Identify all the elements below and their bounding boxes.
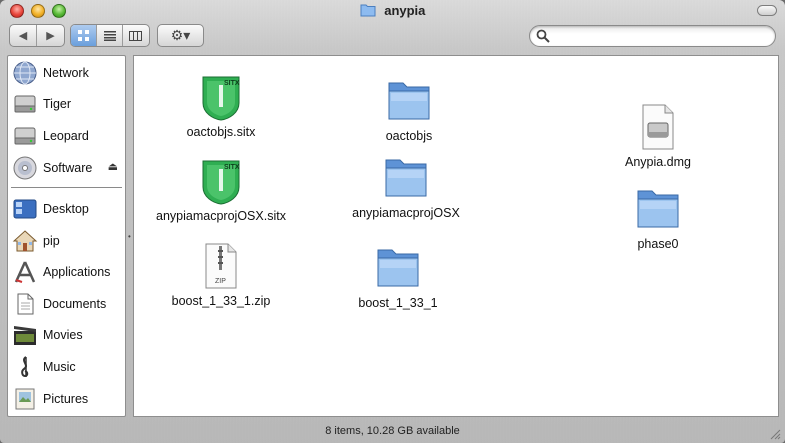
folder-icon <box>637 190 679 228</box>
sitx-badge-text: SITX <box>224 80 240 87</box>
icon-view-icon <box>78 30 89 41</box>
applications-icon <box>14 261 36 283</box>
pictures-icon <box>15 388 35 410</box>
icon-view-button[interactable] <box>71 25 97 46</box>
sidebar-item-label: Movies <box>43 328 83 342</box>
back-button[interactable]: ◀ <box>10 25 38 46</box>
network-globe-icon <box>13 61 37 85</box>
file-name-label: boost_1_33_1.zip <box>171 294 271 308</box>
finder-window: anypia ◀ ▶ ⚙▾ Network Tiger Leopard Soft… <box>0 0 785 443</box>
sidebar-item-network[interactable]: Network <box>8 58 125 88</box>
folder-icon <box>377 249 419 287</box>
folder-icon <box>385 159 427 197</box>
eject-icon[interactable]: ⏏ <box>108 160 118 173</box>
sidebar-item-label: Applications <box>43 265 111 279</box>
sidebar-item-music[interactable]: Music <box>8 352 125 382</box>
sidebar: Network Tiger Leopard Software ⏏ Desktop… <box>7 55 126 417</box>
file-item-boost-zip[interactable]: ZIP boost_1_33_1.zip <box>146 242 296 308</box>
documents-icon <box>17 293 34 315</box>
file-name-label: oactobjs <box>385 129 433 143</box>
status-text: 8 items, 10.28 GB available <box>325 425 460 437</box>
sidebar-item-label: Desktop <box>43 202 89 216</box>
title-bar[interactable]: anypia <box>0 0 785 22</box>
action-gear-icon: ⚙▾ <box>170 27 191 43</box>
file-name-label: boost_1_33_1 <box>358 296 438 310</box>
sidebar-item-label: pip <box>43 234 60 248</box>
sidebar-item-software[interactable]: Software ⏏ <box>8 153 125 183</box>
desktop-icon <box>13 199 37 219</box>
file-item-oactobjs-sitx[interactable]: SITX oactobjs.sitx <box>146 73 296 139</box>
window-title-wrap: anypia <box>0 3 785 18</box>
file-name-label: oactobjs.sitx <box>186 125 256 139</box>
music-icon <box>21 356 29 378</box>
sidebar-item-label: Leopard <box>43 129 89 143</box>
disk-image-icon <box>642 104 674 150</box>
window-title: anypia <box>384 3 426 18</box>
file-browser-icon-view: SITX oactobjs.sitx SITX anypiamacprojOSX… <box>133 55 779 417</box>
zip-archive-icon: ZIP <box>205 243 237 289</box>
resize-grip-icon[interactable] <box>769 428 781 440</box>
toolbar-toggle-button[interactable] <box>757 5 777 16</box>
search-field[interactable] <box>529 25 776 47</box>
movies-icon <box>14 326 36 345</box>
home-icon <box>12 230 38 252</box>
sidebar-item-movies[interactable]: Movies <box>8 320 125 350</box>
sidebar-item-label: Pictures <box>43 392 89 406</box>
back-arrow-icon: ◀ <box>18 30 28 42</box>
toolbar: ◀ ▶ ⚙▾ <box>0 22 785 52</box>
sitx-archive-icon: SITX <box>202 160 240 205</box>
zip-badge-text: ZIP <box>215 278 226 285</box>
forward-button[interactable]: ▶ <box>37 25 64 46</box>
forward-arrow-icon: ▶ <box>46 30 55 42</box>
sitx-badge-text: SITX <box>224 164 240 171</box>
status-bar: 8 items, 10.28 GB available <box>0 419 785 443</box>
file-item-boost-folder[interactable]: boost_1_33_1 <box>323 244 473 310</box>
list-view-button[interactable] <box>97 25 123 46</box>
sitx-archive-icon: SITX <box>202 76 240 121</box>
column-view-icon <box>129 30 143 41</box>
sidebar-divider <box>11 187 122 188</box>
file-name-label: anypiamacprojOSX <box>352 206 460 220</box>
disc-icon <box>13 156 37 180</box>
sidebar-item-label: Documents <box>43 297 107 311</box>
sidebar-item-label: Software <box>43 161 93 175</box>
hard-drive-icon <box>14 127 36 145</box>
sidebar-item-documents[interactable]: Documents <box>8 289 125 319</box>
search-input[interactable] <box>552 28 767 44</box>
list-view-icon <box>103 30 116 41</box>
file-item-oactobjs-folder[interactable]: oactobjs <box>334 77 484 143</box>
file-item-anypiamacprojosx-sitx[interactable]: SITX anypiamacprojOSX.sitx <box>146 157 296 223</box>
file-name-label: Anypia.dmg <box>624 155 691 169</box>
hard-drive-icon <box>14 95 36 113</box>
search-icon <box>536 29 550 43</box>
file-name-label: phase0 <box>637 237 679 251</box>
sidebar-item-pictures[interactable]: Pictures <box>8 384 125 414</box>
back-forward-control: ◀ ▶ <box>9 24 65 47</box>
splitter-handle-icon: • <box>128 232 131 241</box>
column-view-button[interactable] <box>123 25 149 46</box>
folder-icon <box>388 82 430 120</box>
view-mode-control <box>70 24 150 47</box>
file-item-phase0-folder[interactable]: phase0 <box>583 185 733 251</box>
sidebar-item-tiger[interactable]: Tiger <box>8 89 125 119</box>
sidebar-item-desktop[interactable]: Desktop <box>8 194 125 224</box>
sidebar-item-leopard[interactable]: Leopard <box>8 121 125 151</box>
action-menu-button[interactable]: ⚙▾ <box>157 24 204 47</box>
folder-proxy-icon[interactable] <box>360 3 376 17</box>
sidebar-item-label: Tiger <box>43 97 72 111</box>
file-item-anypia-dmg[interactable]: Anypia.dmg <box>583 103 733 169</box>
sidebar-item-pip[interactable]: pip <box>8 226 125 256</box>
file-name-label: anypiamacprojOSX.sitx <box>156 209 286 223</box>
sidebar-item-label: Music <box>43 360 76 374</box>
file-item-anypiamacprojosx-folder[interactable]: anypiamacprojOSX <box>331 154 481 220</box>
sidebar-item-applications[interactable]: Applications <box>8 257 125 287</box>
sidebar-item-label: Network <box>43 66 89 80</box>
